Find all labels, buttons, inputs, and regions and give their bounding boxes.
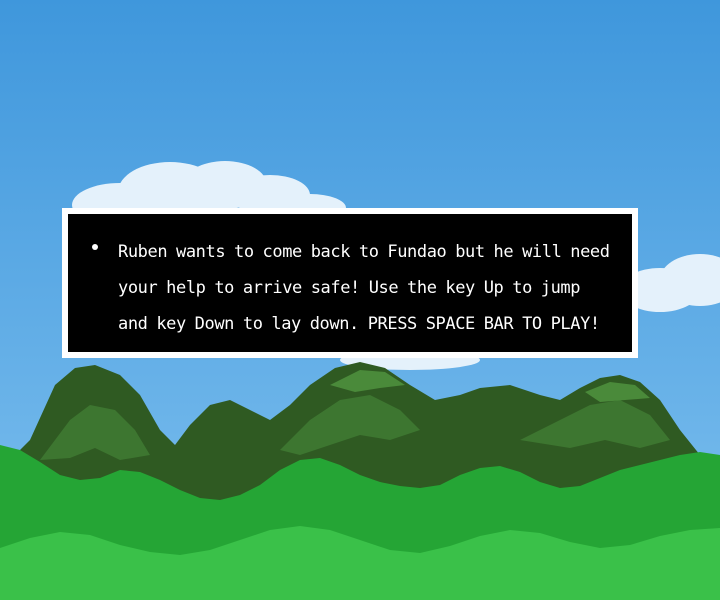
bullet-icon — [92, 244, 98, 250]
instructions-text: Ruben wants to come back to Fundao but h… — [118, 242, 610, 334]
dialog-panel: Ruben wants to come back to Fundao but h… — [68, 214, 632, 352]
instructions-dialog: Ruben wants to come back to Fundao but h… — [62, 208, 638, 358]
game-screen[interactable]: Ruben wants to come back to Fundao but h… — [0, 0, 720, 600]
